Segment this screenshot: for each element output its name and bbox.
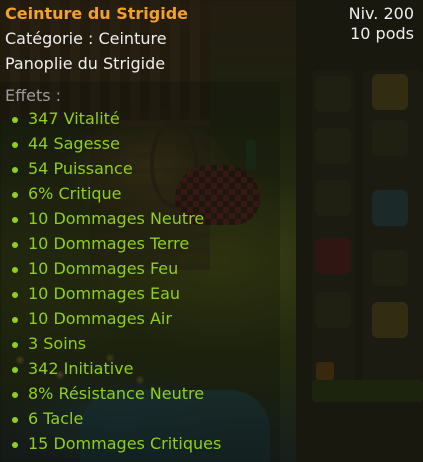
effects-list: 347 Vitalité 44 Sagesse 54 Puissance 6% …	[12, 109, 221, 459]
bullet-icon	[12, 217, 18, 223]
effect-text: 15 Dommages Critiques	[28, 434, 222, 453]
effect-item: 347 Vitalité	[12, 109, 221, 134]
effect-item: 6 Tacle	[12, 409, 221, 434]
effect-text: 342 Initiative	[28, 359, 134, 378]
item-title: Ceinture du Strigide	[5, 4, 189, 23]
effect-text: 3 Soins	[28, 334, 87, 353]
bullet-icon	[12, 117, 18, 123]
effect-text: 10 Dommages Eau	[28, 284, 181, 303]
effect-item: 3 Soins	[12, 334, 221, 359]
effect-text: 6 Tacle	[28, 409, 84, 428]
effects-label: Effets :	[5, 86, 62, 105]
bullet-icon	[12, 317, 18, 323]
effect-text: 10 Dommages Air	[28, 309, 172, 328]
effect-item: 44 Sagesse	[12, 134, 221, 159]
effect-item: 342 Initiative	[12, 359, 221, 384]
effect-text: 347 Vitalité	[28, 109, 120, 128]
bullet-icon	[12, 192, 18, 198]
effect-item: 15 Dommages Critiques	[12, 434, 221, 459]
bullet-icon	[12, 367, 18, 373]
bullet-icon	[12, 167, 18, 173]
effect-text: 44 Sagesse	[28, 134, 120, 153]
effect-item: 10 Dommages Air	[12, 309, 221, 334]
effect-text: 10 Dommages Feu	[28, 259, 179, 278]
bullet-icon	[12, 267, 18, 273]
effect-item: 54 Puissance	[12, 159, 221, 184]
effect-text: 54 Puissance	[28, 159, 133, 178]
bullet-icon	[12, 292, 18, 298]
effect-item: 10 Dommages Eau	[12, 284, 221, 309]
bullet-icon	[12, 417, 18, 423]
bullet-icon	[12, 142, 18, 148]
item-category: Catégorie : Ceinture	[5, 29, 167, 48]
item-level: Niv. 200	[348, 4, 414, 23]
item-set: Panoplie du Strigide	[5, 54, 166, 73]
bullet-icon	[12, 342, 18, 348]
bullet-icon	[12, 242, 18, 248]
bullet-icon	[12, 442, 18, 448]
effect-item: 10 Dommages Neutre	[12, 209, 221, 234]
effect-item: 10 Dommages Terre	[12, 234, 221, 259]
effect-item: 8% Résistance Neutre	[12, 384, 221, 409]
effect-text: 6% Critique	[28, 184, 122, 203]
effect-text: 10 Dommages Terre	[28, 234, 190, 253]
effect-text: 10 Dommages Neutre	[28, 209, 205, 228]
item-tooltip: Ceinture du Strigide Catégorie : Ceintur…	[0, 0, 423, 462]
item-weight: 10 pods	[350, 24, 414, 43]
effect-item: 6% Critique	[12, 184, 221, 209]
bullet-icon	[12, 392, 18, 398]
effect-text: 8% Résistance Neutre	[28, 384, 205, 403]
game-scene: Ceinture du Strigide Catégorie : Ceintur…	[0, 0, 423, 462]
effect-item: 10 Dommages Feu	[12, 259, 221, 284]
